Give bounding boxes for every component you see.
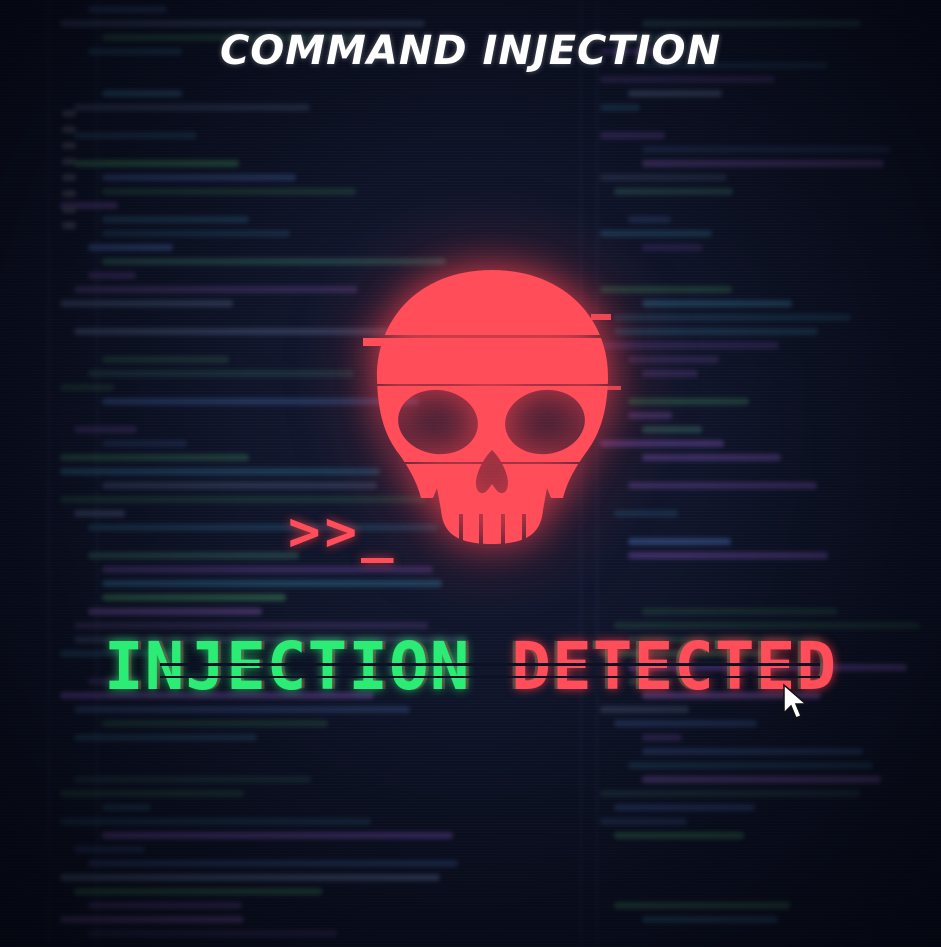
code-line — [614, 804, 755, 811]
code-line — [60, 790, 245, 797]
code-line — [88, 6, 168, 13]
code-line — [642, 160, 884, 167]
code-line — [628, 482, 817, 489]
code-line — [102, 174, 297, 181]
code-line — [74, 104, 310, 111]
code-line — [88, 552, 299, 559]
code-line — [628, 216, 672, 223]
code-line — [88, 272, 137, 279]
code-line — [60, 20, 426, 27]
code-line — [600, 790, 861, 797]
code-line — [600, 132, 665, 139]
code-line — [102, 804, 152, 811]
code-line — [74, 160, 239, 167]
code-line — [102, 230, 290, 237]
code-line — [102, 188, 357, 195]
code-line — [642, 608, 838, 615]
code-line — [628, 398, 749, 405]
code-line — [102, 832, 453, 839]
code-line — [60, 916, 245, 923]
code-line — [628, 90, 723, 97]
code-line — [628, 552, 828, 559]
code-line — [88, 244, 174, 251]
mouse-pointer-icon — [783, 683, 808, 719]
code-line — [102, 594, 287, 601]
code-line — [102, 482, 378, 489]
line-number — [62, 206, 76, 213]
code-line — [102, 90, 182, 97]
code-line — [74, 426, 137, 433]
glitch-strip — [160, 676, 820, 678]
line-number — [62, 190, 76, 197]
code-line — [88, 370, 354, 377]
code-line — [614, 902, 790, 909]
code-line — [60, 454, 250, 461]
code-line — [102, 720, 329, 727]
code-line — [600, 104, 641, 111]
code-line — [614, 832, 745, 839]
code-line — [614, 720, 758, 727]
code-line — [642, 748, 863, 755]
code-line — [102, 356, 229, 363]
code-line — [600, 818, 687, 825]
code-line — [60, 874, 441, 881]
code-line — [74, 510, 125, 517]
code-line — [74, 776, 311, 783]
code-line — [642, 300, 792, 307]
code-line — [628, 412, 673, 419]
glitch-strip — [160, 663, 820, 666]
code-line — [628, 356, 719, 363]
code-line — [628, 538, 731, 545]
line-number — [62, 174, 76, 181]
code-line — [74, 706, 410, 713]
code-gutter-line — [48, 0, 50, 947]
code-line — [642, 146, 891, 153]
page-title: COMMAND INJECTION — [219, 28, 722, 74]
code-line — [74, 286, 359, 293]
headline-word-injection: INJECTION — [103, 628, 471, 705]
code-line — [600, 706, 690, 713]
code-line — [102, 580, 443, 587]
code-line — [600, 174, 727, 181]
code-line — [614, 328, 818, 335]
code-line — [88, 860, 458, 867]
code-line — [74, 734, 258, 741]
code-line — [642, 734, 683, 741]
code-line — [642, 370, 698, 377]
code-line — [88, 902, 243, 909]
line-number — [62, 222, 76, 229]
poster: COMMAND INJECTION >>_ INJECTION DETECTED — [0, 0, 941, 947]
code-line — [74, 888, 323, 895]
code-line — [102, 216, 249, 223]
code-line — [60, 818, 371, 825]
code-line — [60, 300, 234, 307]
code-line — [642, 776, 881, 783]
code-line — [642, 454, 781, 461]
line-number — [62, 142, 76, 149]
code-line — [74, 132, 197, 139]
code-line — [628, 762, 874, 769]
code-line — [614, 314, 851, 321]
code-line — [88, 930, 337, 937]
code-line — [600, 230, 712, 237]
line-number — [62, 126, 76, 133]
code-line — [642, 20, 862, 27]
code-line — [102, 566, 433, 573]
code-line — [642, 426, 702, 433]
code-line — [74, 846, 145, 853]
code-line — [102, 440, 187, 447]
line-number — [62, 110, 76, 117]
code-line — [614, 188, 734, 195]
code-line — [88, 608, 262, 615]
terminal-prompt: >>_ — [288, 500, 398, 563]
code-line — [600, 76, 776, 83]
code-line — [60, 384, 114, 391]
code-line — [60, 468, 380, 475]
code-line — [642, 916, 779, 923]
code-line — [642, 244, 704, 251]
line-number — [62, 158, 76, 165]
